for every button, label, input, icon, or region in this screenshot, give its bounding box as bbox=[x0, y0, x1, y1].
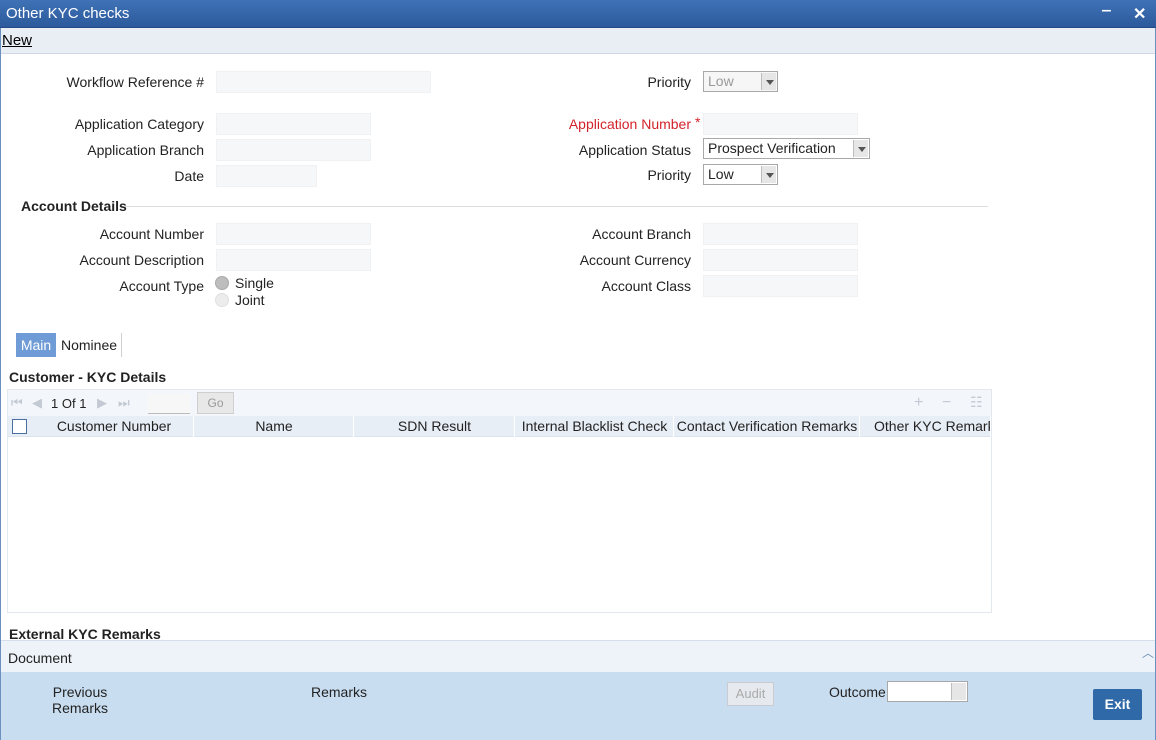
chevron-down-icon bbox=[761, 166, 776, 183]
account-type-single-radio[interactable] bbox=[215, 276, 229, 290]
account-number-label: Account Number bbox=[99, 226, 204, 242]
chevron-up-icon[interactable]: ︿ bbox=[1142, 644, 1154, 661]
toolbar: New bbox=[0, 28, 1156, 54]
list-view-icon[interactable]: ☷ bbox=[970, 394, 983, 411]
first-page-icon[interactable]: ⏮ bbox=[11, 395, 23, 411]
previous-page-icon[interactable]: ◀ bbox=[32, 395, 42, 411]
account-details-title: Account Details bbox=[21, 198, 127, 214]
priority-select[interactable]: Low bbox=[703, 71, 778, 92]
account-class-field[interactable] bbox=[703, 275, 858, 297]
account-number-field[interactable] bbox=[216, 223, 371, 245]
column-header-name[interactable]: Name bbox=[195, 416, 354, 437]
account-class-label: Account Class bbox=[601, 278, 691, 294]
previous-remarks-line1: Previous bbox=[52, 684, 108, 700]
outcome-select[interactable] bbox=[887, 681, 968, 702]
account-currency-label: Account Currency bbox=[579, 252, 691, 268]
date-field[interactable] bbox=[216, 165, 317, 187]
pager-info: 1 Of 1 bbox=[51, 396, 86, 411]
window-title: Other KYC checks bbox=[6, 5, 130, 22]
go-button[interactable]: Go bbox=[197, 392, 234, 414]
account-type-joint-radio[interactable] bbox=[215, 293, 229, 307]
pager-current: 1 bbox=[51, 396, 59, 411]
pager-total: 1 bbox=[79, 396, 87, 411]
priority-select-2[interactable]: Low bbox=[703, 164, 778, 185]
chevron-down-icon bbox=[853, 140, 868, 157]
tab-nominee[interactable]: Nominee bbox=[57, 333, 122, 357]
pager-of: Of bbox=[61, 396, 76, 411]
grid-toolbar: ⏮ ◀ 1 Of 1 ▶ ⏭ Go + − ☷ bbox=[8, 390, 991, 416]
required-marker: * bbox=[695, 114, 701, 130]
account-branch-field[interactable] bbox=[703, 223, 858, 245]
page-number-input[interactable] bbox=[148, 394, 190, 414]
date-label: Date bbox=[174, 168, 204, 184]
account-description-field[interactable] bbox=[216, 249, 371, 271]
priority-value-2: Low bbox=[708, 166, 734, 182]
previous-remarks-label[interactable]: Previous Remarks bbox=[51, 684, 109, 716]
column-header-other-kyc-remarks[interactable]: Other KYC Remarks bbox=[861, 416, 991, 437]
application-branch-field[interactable] bbox=[216, 139, 371, 161]
column-header-internal-blacklist[interactable]: Internal Blacklist Check bbox=[516, 416, 674, 437]
application-category-field[interactable] bbox=[216, 113, 371, 135]
application-category-label: Application Category bbox=[74, 116, 204, 132]
account-description-label: Account Description bbox=[79, 252, 204, 268]
remarks-label[interactable]: Remarks bbox=[307, 684, 371, 700]
account-branch-label: Account Branch bbox=[592, 226, 691, 242]
priority-label-2: Priority bbox=[647, 167, 691, 183]
outcome-label: Outcome bbox=[829, 684, 886, 700]
account-currency-field[interactable] bbox=[703, 249, 858, 271]
delete-row-icon[interactable]: − bbox=[942, 394, 951, 412]
application-number-label: Application Number bbox=[568, 116, 691, 132]
next-page-icon[interactable]: ▶ bbox=[97, 395, 107, 411]
workflow-reference-field[interactable] bbox=[216, 71, 431, 93]
grid-header-row: Customer Number Name SDN Result Internal… bbox=[8, 416, 991, 437]
priority-value: Low bbox=[708, 73, 734, 89]
column-header-contact-verification[interactable]: Contact Verification Remarks bbox=[675, 416, 860, 437]
footer: Previous Remarks Remarks Audit Outcome E… bbox=[1, 672, 1155, 740]
last-page-icon[interactable]: ⏭ bbox=[118, 395, 130, 411]
minimize-icon[interactable]: ‒ bbox=[1102, 2, 1111, 20]
application-number-field[interactable] bbox=[703, 113, 858, 135]
priority-label: Priority bbox=[647, 74, 691, 90]
kyc-details-grid: ⏮ ◀ 1 Of 1 ▶ ⏭ Go + − ☷ Customer Number … bbox=[7, 389, 992, 613]
application-status-label: Application Status bbox=[578, 142, 691, 158]
application-status-value: Prospect Verification bbox=[708, 140, 836, 156]
previous-remarks-line2: Remarks bbox=[51, 700, 108, 716]
workflow-reference-label: Workflow Reference # bbox=[66, 74, 204, 90]
tab-main[interactable]: Main bbox=[16, 333, 56, 357]
account-type-single-label: Single bbox=[235, 275, 274, 291]
account-type-joint-label: Joint bbox=[235, 292, 265, 308]
window-titlebar: Other KYC checks ‒ ✕ bbox=[0, 0, 1156, 28]
new-link[interactable]: New bbox=[2, 32, 32, 49]
add-row-icon[interactable]: + bbox=[914, 394, 923, 412]
chevron-down-icon bbox=[761, 73, 776, 90]
document-bar: Document ︿ bbox=[1, 640, 1155, 672]
application-status-select[interactable]: Prospect Verification bbox=[703, 138, 870, 159]
account-type-label: Account Type bbox=[119, 278, 204, 294]
select-all-checkbox[interactable] bbox=[12, 419, 27, 434]
exit-button[interactable]: Exit bbox=[1093, 689, 1142, 720]
chevron-down-icon bbox=[951, 683, 966, 700]
audit-button[interactable]: Audit bbox=[727, 682, 774, 706]
section-divider bbox=[125, 206, 988, 207]
column-header-customer-number[interactable]: Customer Number bbox=[35, 416, 194, 437]
frame-left bbox=[0, 28, 1, 740]
document-label[interactable]: Document bbox=[8, 650, 72, 666]
column-header-sdn-result[interactable]: SDN Result bbox=[355, 416, 515, 437]
application-branch-label: Application Branch bbox=[87, 142, 204, 158]
kyc-details-title: Customer - KYC Details bbox=[9, 369, 167, 385]
close-icon[interactable]: ✕ bbox=[1133, 4, 1146, 24]
